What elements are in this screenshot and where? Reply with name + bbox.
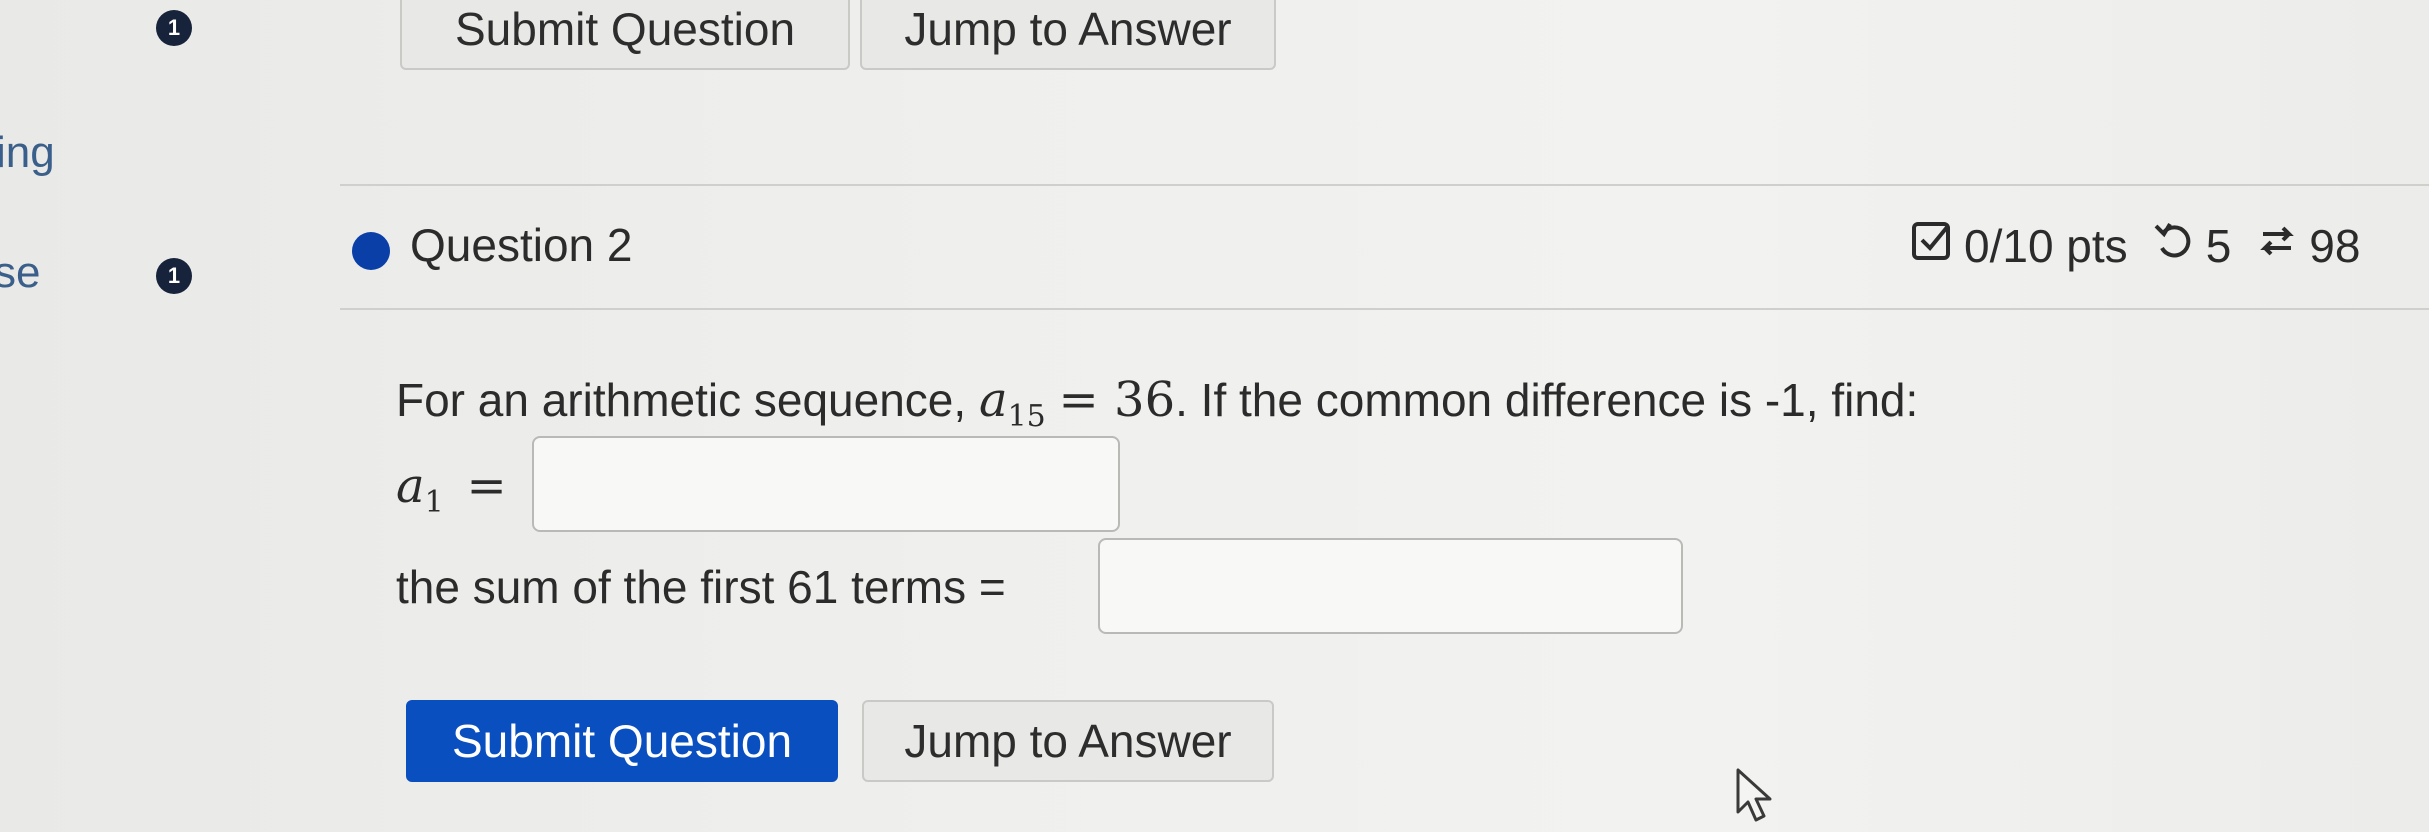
attempts-icon <box>2255 218 2299 273</box>
question-status-dot <box>352 232 390 270</box>
term-index: 15 <box>1007 399 1046 434</box>
a1-label: a1 = <box>396 458 507 520</box>
submit-question-button-top[interactable]: Submit Question <box>400 0 850 70</box>
sum-answer-input[interactable] <box>1098 538 1683 634</box>
jump-to-answer-button[interactable]: Jump to Answer <box>862 700 1274 782</box>
checkbox-icon <box>1910 218 1954 273</box>
retry-icon <box>2152 218 2196 273</box>
submit-question-button[interactable]: Submit Question <box>406 700 838 782</box>
sidebar-item-label[interactable]: ing <box>0 128 55 178</box>
term-value: = 36 <box>1058 372 1176 428</box>
a1-variable: a <box>396 458 425 514</box>
problem-intro: For an arithmetic sequence, <box>396 374 967 426</box>
divider <box>340 184 2429 186</box>
divider <box>340 308 2429 310</box>
a1-equals: = <box>466 458 507 514</box>
attempts-count: 98 <box>2309 219 2361 272</box>
a1-index: 1 <box>424 485 444 520</box>
sidebar-item-badge: 1 <box>156 258 192 294</box>
sidebar-item-label[interactable]: se <box>0 248 40 298</box>
term-variable: a <box>978 372 1008 428</box>
question-title: Question 2 <box>410 219 633 271</box>
problem-statement: For an arithmetic sequence, a15 = 36. If… <box>396 372 1918 434</box>
jump-to-answer-button-top[interactable]: Jump to Answer <box>860 0 1276 70</box>
problem-rest: . If the common difference is -1, find: <box>1175 374 1919 426</box>
retries-count: 5 <box>2205 219 2232 272</box>
question-meta: 0/10 pts 5 98 <box>1910 218 2360 273</box>
points-text: 0/10 pts <box>1964 219 2128 272</box>
question-count-badge-top: 1 <box>156 10 192 46</box>
sum-label: the sum of the first 61 terms = <box>396 561 1006 613</box>
mouse-cursor-icon <box>1734 768 1774 829</box>
a1-answer-input[interactable] <box>532 436 1120 532</box>
